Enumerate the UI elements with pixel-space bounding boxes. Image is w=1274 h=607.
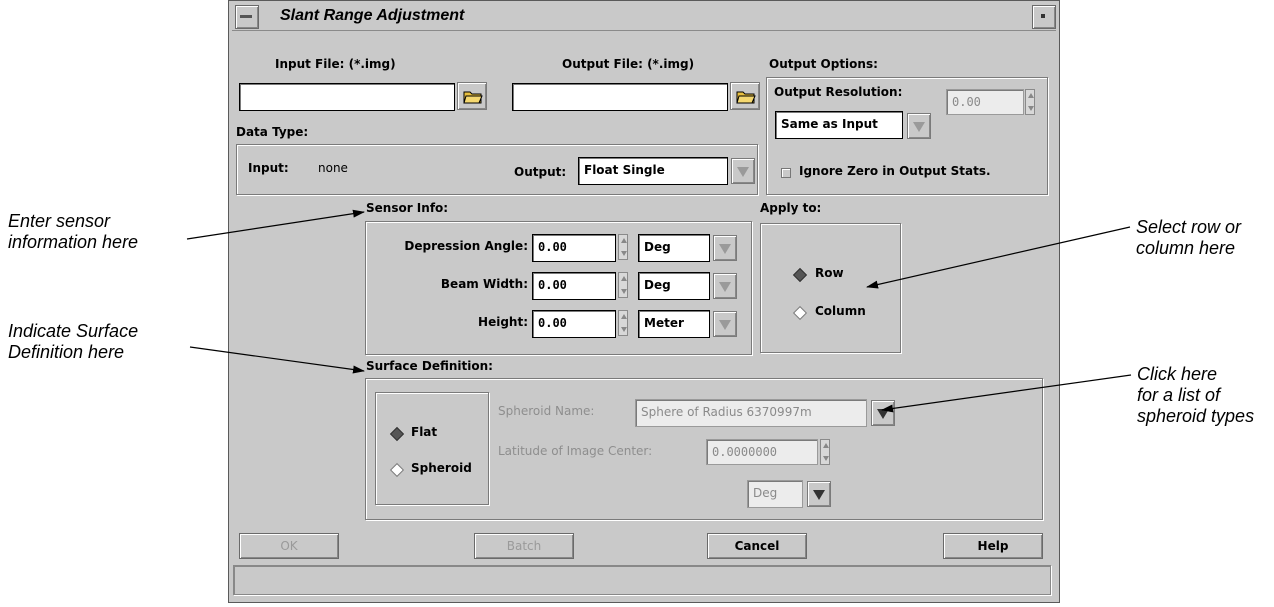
arrow-surface-definition [189,346,365,374]
callout-arrows [186,209,1132,413]
arrow-sensor-info [186,209,365,240]
arrow-row-column [866,226,1131,289]
arrow-spheroid-types [881,374,1132,413]
